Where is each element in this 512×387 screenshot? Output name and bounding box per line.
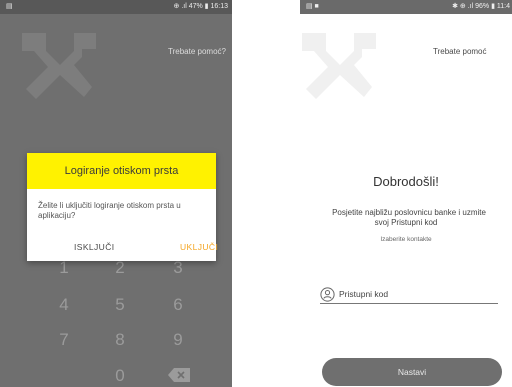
help-link[interactable]: Trebate pomoć bbox=[433, 47, 487, 56]
bank-logo-icon bbox=[302, 33, 376, 99]
status-bar: ▤ ⊕ .ıl 47% ▮ 16:13 bbox=[0, 0, 232, 14]
disable-fingerprint-button[interactable]: ISKLJUČI bbox=[74, 242, 115, 252]
key-7[interactable]: 7 bbox=[44, 330, 84, 350]
welcome-screen: ▤ ■ ✱ ⊕ .ıl 96% ▮ 11:4 Trebate pomoć Dob… bbox=[300, 0, 512, 387]
fingerprint-dialog: Logiranje otiskom prsta Želite li uključ… bbox=[27, 153, 218, 261]
choose-contacts-link[interactable]: Izaberite kontakte bbox=[300, 236, 512, 243]
key-5[interactable]: 5 bbox=[100, 295, 140, 315]
bank-logo-icon bbox=[22, 33, 96, 99]
key-6[interactable]: 6 bbox=[158, 295, 198, 315]
status-left: ▤ ■ bbox=[306, 3, 319, 10]
status-bar: ▤ ■ ✱ ⊕ .ıl 96% ▮ 11:4 bbox=[300, 0, 512, 14]
key-0[interactable]: 0 bbox=[100, 366, 140, 386]
key-2[interactable]: 2 bbox=[100, 258, 140, 278]
status-right: ⊕ .ıl 47% ▮ 16:13 bbox=[173, 3, 228, 10]
instructions-line-2: svoj Pristupni kod bbox=[374, 218, 438, 227]
key-9[interactable]: 9 bbox=[158, 330, 198, 350]
enable-fingerprint-button[interactable]: UKLJUČI bbox=[180, 242, 218, 252]
access-code-field[interactable]: Pristupni kod bbox=[320, 287, 498, 304]
welcome-title: Dobrodošli! bbox=[373, 174, 439, 189]
help-link[interactable]: Trebate pomoć? bbox=[168, 47, 226, 56]
instructions-line-1: Posjetite najbližu poslovnicu banke i uz… bbox=[332, 208, 486, 217]
key-3[interactable]: 3 bbox=[158, 258, 198, 278]
key-4[interactable]: 4 bbox=[44, 295, 84, 315]
status-right: ✱ ⊕ .ıl 96% ▮ 11:4 bbox=[452, 3, 510, 10]
status-left: ▤ bbox=[6, 3, 13, 10]
continue-button[interactable]: Nastavi bbox=[322, 358, 502, 386]
dialog-message: Želite li uključiti logiranje otiskom pr… bbox=[38, 201, 181, 220]
fingerprint-login-screen: ▤ ⊕ .ıl 47% ▮ 16:13 Trebate pomoć? 1 2 3… bbox=[0, 0, 232, 387]
dialog-title: Logiranje otiskom prsta bbox=[27, 153, 216, 189]
user-icon bbox=[320, 287, 335, 302]
key-8[interactable]: 8 bbox=[100, 330, 140, 350]
key-1[interactable]: 1 bbox=[44, 258, 84, 278]
access-code-label: Pristupni kod bbox=[339, 289, 389, 299]
backspace-icon[interactable] bbox=[168, 368, 190, 382]
